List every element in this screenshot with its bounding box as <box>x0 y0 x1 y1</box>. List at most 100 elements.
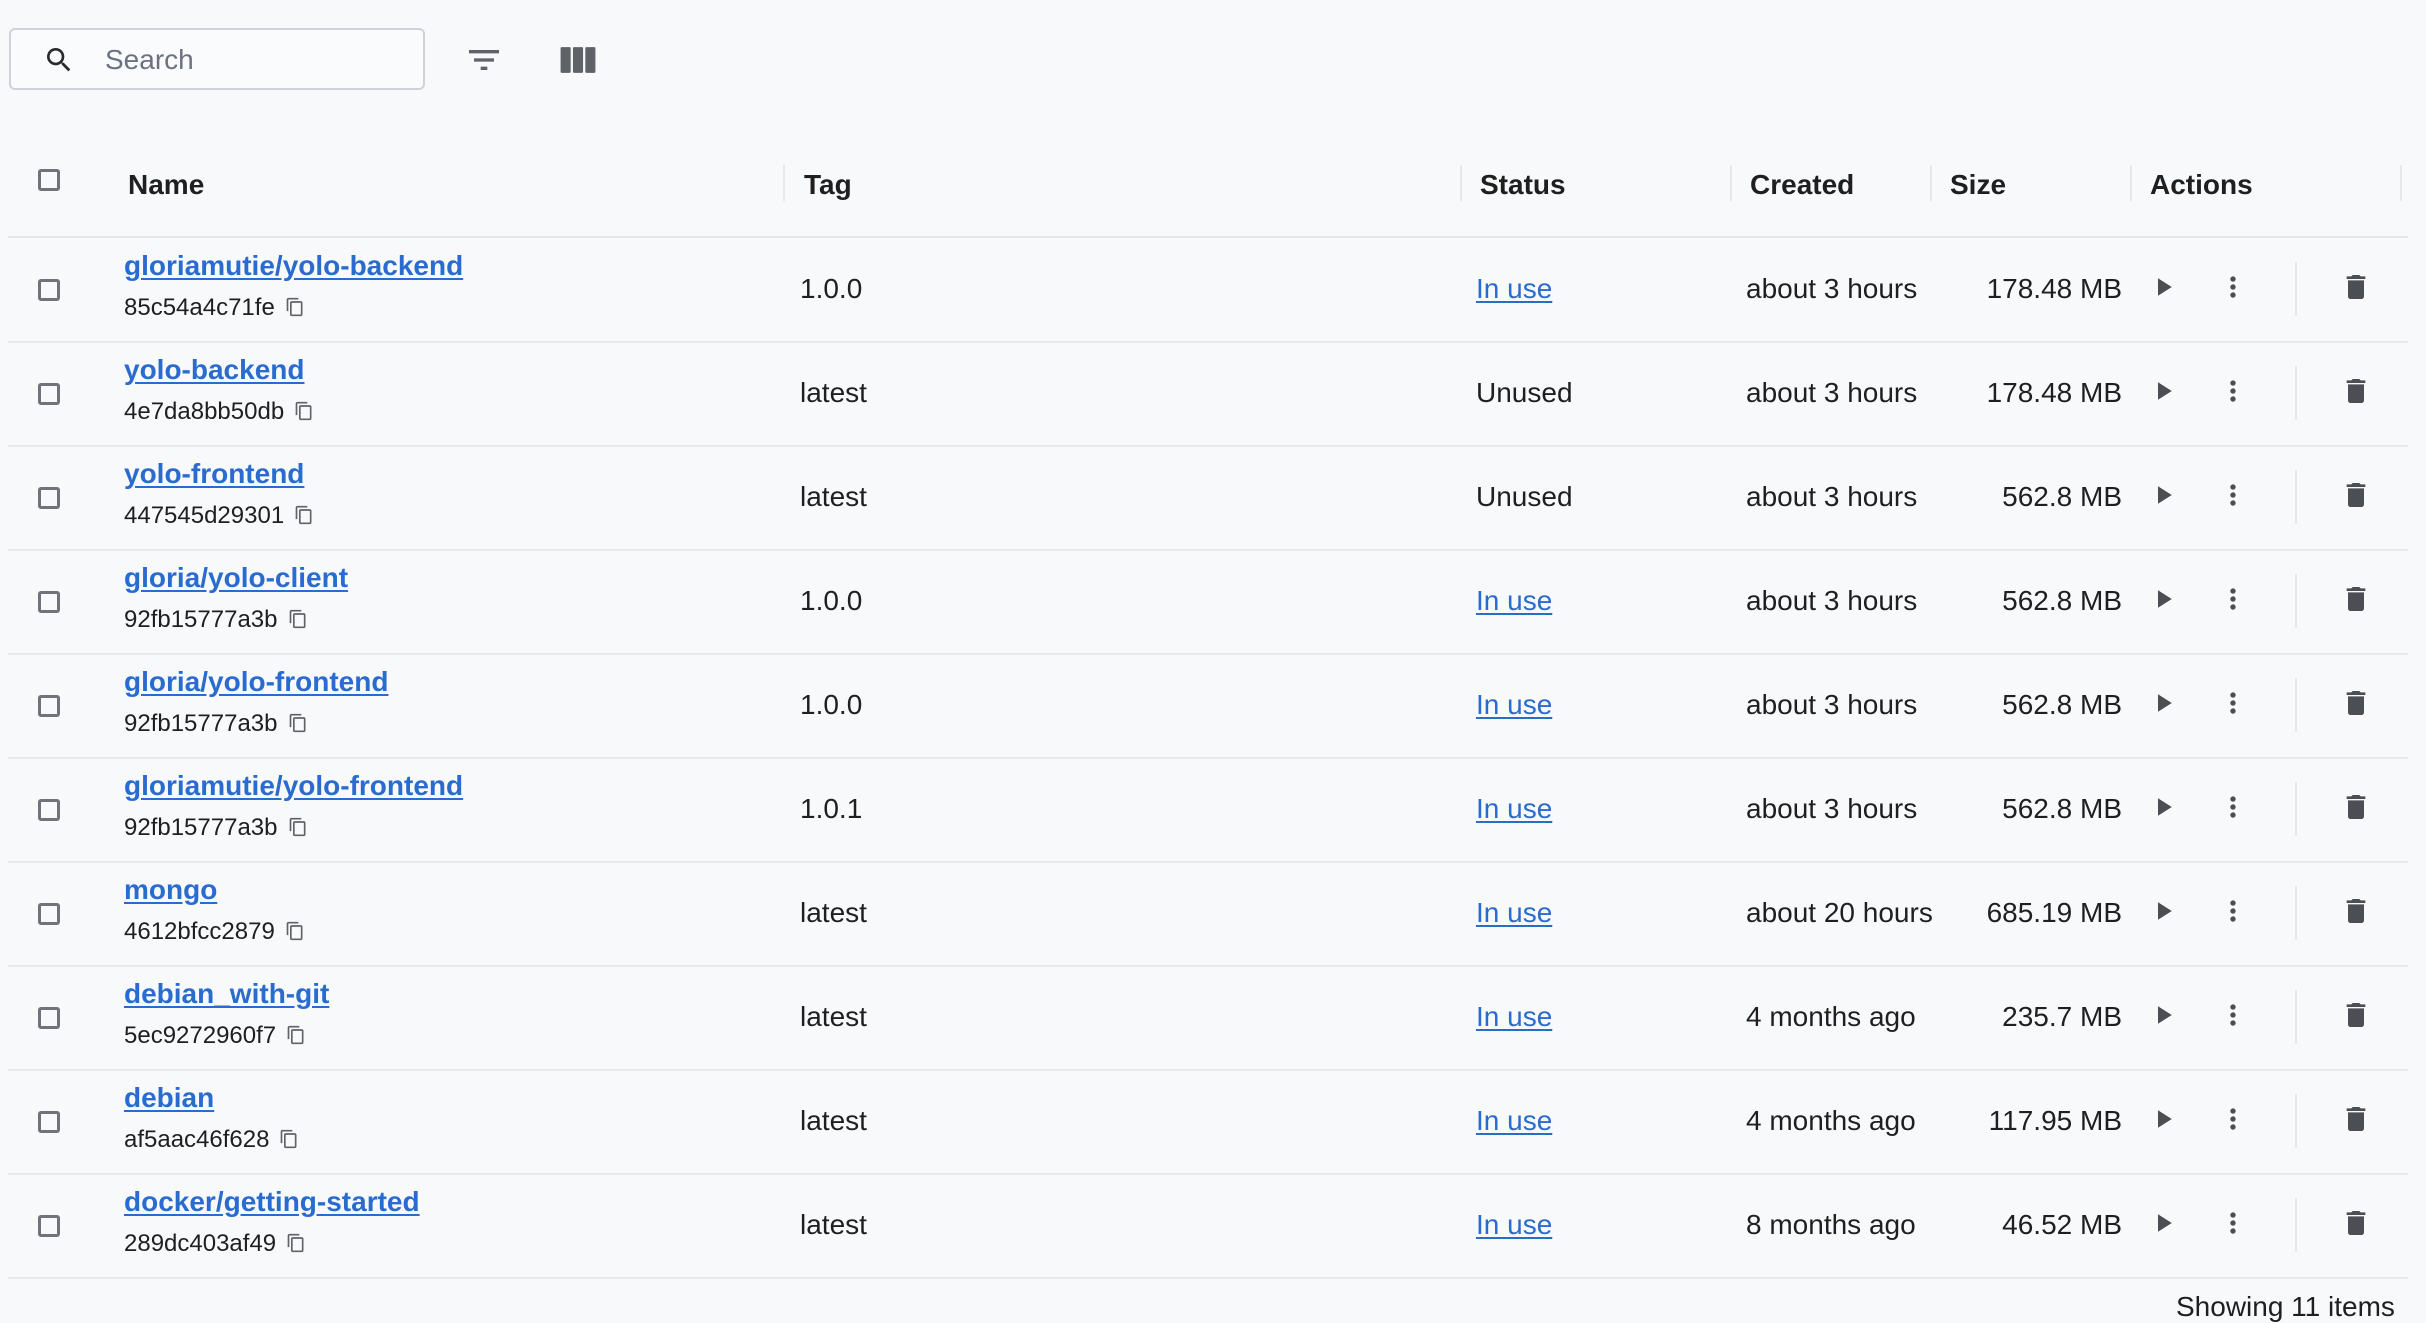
column-divider[interactable] <box>2130 165 2132 201</box>
image-name-link[interactable]: debian_with-git <box>124 978 329 1010</box>
copy-icon[interactable] <box>294 400 314 429</box>
column-header-size[interactable]: Size <box>1950 165 2006 205</box>
more-options-button[interactable] <box>2216 272 2250 306</box>
table-row[interactable]: gloriamutie/yolo-frontend 92fb15777a3b 1.0… <box>8 758 2408 863</box>
run-button[interactable] <box>2146 792 2180 826</box>
delete-button[interactable] <box>2339 1104 2373 1138</box>
status-link[interactable]: In use <box>1476 1105 1552 1136</box>
column-divider[interactable] <box>1730 165 1732 201</box>
column-header-tag[interactable]: Tag <box>804 165 852 205</box>
row-checkbox[interactable] <box>38 1111 60 1133</box>
more-options-button[interactable] <box>2216 376 2250 410</box>
column-header-created[interactable]: Created <box>1750 165 1854 205</box>
image-name-link[interactable]: gloria/yolo-frontend <box>124 666 388 698</box>
image-tag: 1.0.0 <box>800 273 863 304</box>
table-row[interactable]: gloria/yolo-frontend 92fb15777a3b 1.0.0 In … <box>8 654 2408 759</box>
table-row[interactable]: yolo-frontend 447545d29301 latest Unused abo… <box>8 446 2408 551</box>
run-button[interactable] <box>2146 688 2180 722</box>
table-row[interactable]: gloria/yolo-client 92fb15777a3b 1.0.0 In us… <box>8 550 2408 655</box>
more-options-button[interactable] <box>2216 1208 2250 1242</box>
run-button[interactable] <box>2146 896 2180 930</box>
image-name-link[interactable]: docker/getting-started <box>124 1186 420 1218</box>
delete-button[interactable] <box>2339 480 2373 514</box>
run-button[interactable] <box>2146 584 2180 618</box>
run-button[interactable] <box>2146 376 2180 410</box>
image-name-link[interactable]: gloria/yolo-client <box>124 562 348 594</box>
table-row[interactable]: debian af5aac46f628 latest In use 4 months a… <box>8 1070 2408 1175</box>
search-input[interactable] <box>103 40 407 80</box>
row-checkbox[interactable] <box>38 1215 60 1237</box>
status-link[interactable]: In use <box>1476 273 1552 304</box>
more-options-button[interactable] <box>2216 1000 2250 1034</box>
table-row[interactable]: gloriamutie/yolo-backend 85c54a4c71fe 1.0.… <box>8 238 2408 343</box>
column-divider[interactable] <box>1930 165 1932 201</box>
row-checkbox[interactable] <box>38 903 60 925</box>
image-name-link[interactable]: gloriamutie/yolo-frontend <box>124 770 463 802</box>
copy-icon[interactable] <box>286 1024 306 1053</box>
run-button[interactable] <box>2146 480 2180 514</box>
copy-icon[interactable] <box>294 504 314 533</box>
image-created: about 20 hours <box>1746 897 1932 928</box>
image-id-text: 447545d29301 <box>124 502 285 529</box>
table-row[interactable]: mongo 4612bfcc2879 latest In use about 20 ho… <box>8 862 2408 967</box>
column-divider[interactable] <box>783 165 785 201</box>
copy-icon[interactable] <box>288 816 308 845</box>
table-row[interactable]: yolo-backend 4e7da8bb50db latest Unused abou… <box>8 342 2408 447</box>
table-row[interactable]: docker/getting-started 289dc403af49 latest… <box>8 1174 2408 1279</box>
more-options-button[interactable] <box>2216 1104 2250 1138</box>
more-options-button[interactable] <box>2216 584 2250 618</box>
image-name-link[interactable]: gloriamutie/yolo-backend <box>124 250 463 282</box>
column-header-status[interactable]: Status <box>1480 165 1566 205</box>
actions-divider <box>2295 366 2297 420</box>
row-checkbox[interactable] <box>38 279 60 301</box>
image-name-link[interactable]: mongo <box>124 874 217 906</box>
search-box[interactable] <box>9 28 425 90</box>
delete-button[interactable] <box>2339 896 2373 930</box>
more-options-button[interactable] <box>2216 792 2250 826</box>
copy-icon[interactable] <box>279 1128 299 1157</box>
status-link[interactable]: In use <box>1476 793 1552 824</box>
play-icon <box>2148 584 2178 619</box>
copy-icon[interactable] <box>285 920 305 949</box>
status-link[interactable]: In use <box>1476 1209 1552 1240</box>
run-button[interactable] <box>2146 1208 2180 1242</box>
row-checkbox[interactable] <box>38 591 60 613</box>
column-divider[interactable] <box>2400 165 2402 201</box>
more-options-button[interactable] <box>2216 688 2250 722</box>
filter-button[interactable] <box>458 34 510 86</box>
more-options-button[interactable] <box>2216 480 2250 514</box>
delete-button[interactable] <box>2339 584 2373 618</box>
delete-button[interactable] <box>2339 1000 2373 1034</box>
copy-icon[interactable] <box>288 712 308 741</box>
copy-icon[interactable] <box>286 1232 306 1261</box>
run-button[interactable] <box>2146 1104 2180 1138</box>
delete-button[interactable] <box>2339 272 2373 306</box>
column-divider[interactable] <box>1460 165 1462 201</box>
row-checkbox[interactable] <box>38 1007 60 1029</box>
image-name-link[interactable]: yolo-backend <box>124 354 304 386</box>
row-checkbox[interactable] <box>38 383 60 405</box>
run-button[interactable] <box>2146 272 2180 306</box>
row-checkbox[interactable] <box>38 799 60 821</box>
delete-button[interactable] <box>2339 376 2373 410</box>
status-link[interactable]: In use <box>1476 689 1552 720</box>
copy-icon[interactable] <box>288 608 308 637</box>
more-options-button[interactable] <box>2216 896 2250 930</box>
select-all-checkbox[interactable] <box>38 169 60 191</box>
delete-button[interactable] <box>2339 688 2373 722</box>
image-name-link[interactable]: yolo-frontend <box>124 458 304 490</box>
columns-button[interactable] <box>552 34 604 86</box>
status-link[interactable]: In use <box>1476 1001 1552 1032</box>
status-link[interactable]: In use <box>1476 585 1552 616</box>
row-checkbox[interactable] <box>38 695 60 717</box>
run-button[interactable] <box>2146 1000 2180 1034</box>
copy-icon[interactable] <box>285 296 305 325</box>
delete-button[interactable] <box>2339 792 2373 826</box>
more-vert-icon <box>2217 271 2249 308</box>
status-link[interactable]: In use <box>1476 897 1552 928</box>
image-name-link[interactable]: debian <box>124 1082 214 1114</box>
row-checkbox[interactable] <box>38 487 60 509</box>
delete-button[interactable] <box>2339 1208 2373 1242</box>
table-row[interactable]: debian_with-git 5ec9272960f7 latest In use 4… <box>8 966 2408 1071</box>
column-header-name[interactable]: Name <box>128 165 204 205</box>
